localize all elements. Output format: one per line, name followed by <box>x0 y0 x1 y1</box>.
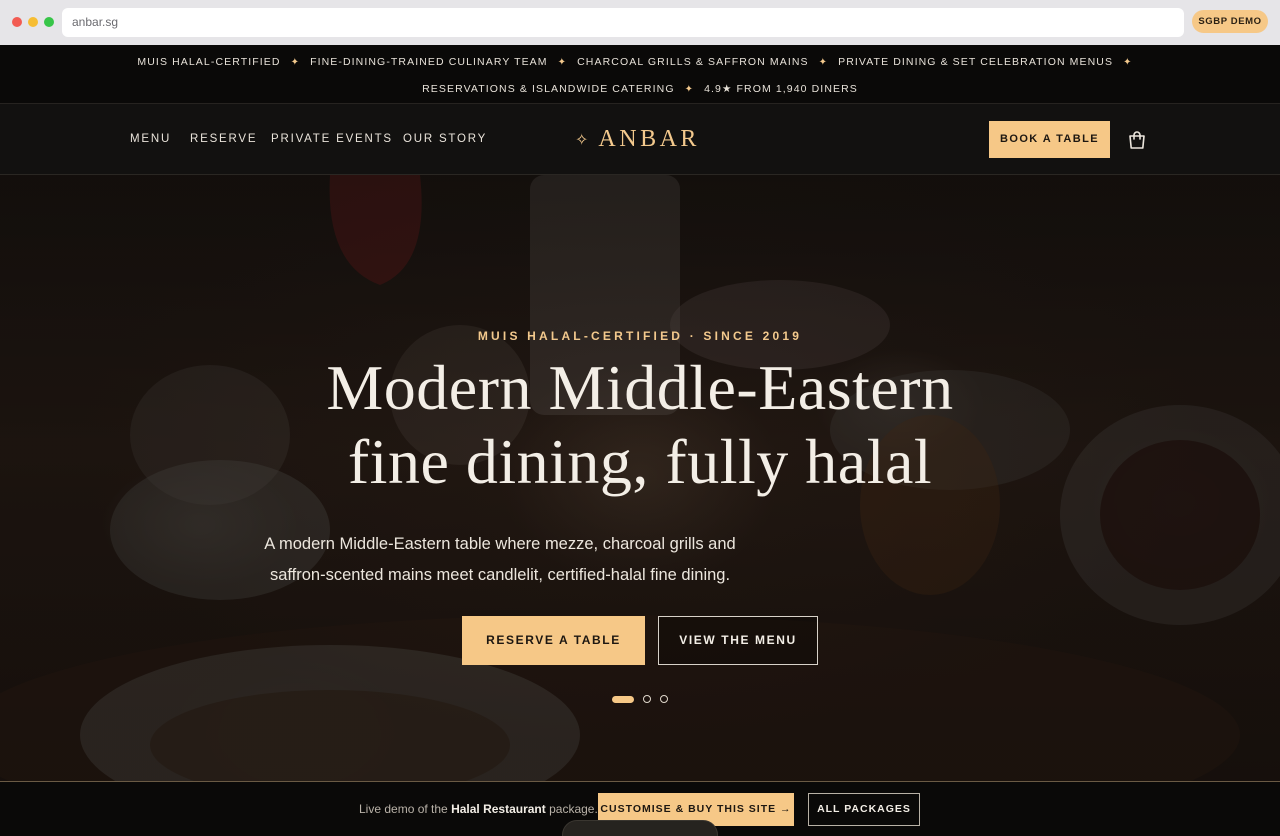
url-text: anbar.sg <box>72 15 119 29</box>
demo-bar-text: Live demo of the Halal Restaurant packag… <box>359 802 598 816</box>
reserve-table-button[interactable]: RESERVE A TABLE <box>462 616 645 665</box>
demo-package-name: Halal Restaurant <box>451 802 546 816</box>
nav-link-our-story[interactable]: OUR STORY <box>403 133 487 145</box>
slide-dot-active[interactable] <box>612 695 634 703</box>
trust-row-2: RESERVATIONS & ISLANDWIDE CATERING ✦ 4.9… <box>0 82 1280 96</box>
book-table-button[interactable]: BOOK A TABLE <box>989 121 1110 158</box>
sparkle-icon: ✦ <box>557 56 568 68</box>
slide-indicator <box>612 695 668 703</box>
trust-item: 4.9★ FROM 1,940 DINERS <box>704 83 858 95</box>
hero-section: MUIS HALAL-CERTIFIED · SINCE 2019 Modern… <box>0 175 1280 781</box>
hero-title: Modern Middle-Eastern fine dining, fully… <box>240 351 1040 499</box>
slide-dot[interactable] <box>660 695 668 703</box>
trust-strip: MUIS HALAL-CERTIFIED ✦ FINE-DINING-TRAIN… <box>0 45 1280 104</box>
trust-item: PRIVATE DINING & SET CELEBRATION MENUS <box>838 56 1114 68</box>
maximize-window-dot[interactable] <box>44 17 54 27</box>
hero-title-line-1: Modern Middle-Eastern <box>326 352 954 423</box>
minimize-window-dot[interactable] <box>28 17 38 27</box>
floating-toolbar[interactable] <box>562 820 718 836</box>
hero-subtitle: A modern Middle-Eastern table where mezz… <box>264 535 736 584</box>
demo-text-prefix: Live demo of the <box>359 802 452 816</box>
demo-badge: SGBP DEMO <box>1192 10 1268 33</box>
sparkle-icon: ✦ <box>684 83 695 95</box>
trust-row-1: MUIS HALAL-CERTIFIED ✦ FINE-DINING-TRAIN… <box>0 55 1280 69</box>
shopping-bag-icon <box>1129 131 1145 149</box>
hero-eyebrow: MUIS HALAL-CERTIFIED · SINCE 2019 <box>477 329 803 343</box>
nav-link-private-events[interactable]: PRIVATE EVENTS <box>271 133 393 145</box>
trust-item: FINE-DINING-TRAINED CULINARY TEAM <box>310 56 548 68</box>
trust-item: RESERVATIONS & ISLANDWIDE CATERING <box>422 83 675 95</box>
nav-link-reserve[interactable]: RESERVE <box>190 133 257 145</box>
view-menu-button[interactable]: VIEW THE MENU <box>658 616 818 665</box>
sparkle-icon: ✦ <box>1123 56 1133 68</box>
logo-star-icon: ✧ <box>575 129 589 149</box>
trust-item: MUIS HALAL-CERTIFIED <box>137 56 281 68</box>
cart-button[interactable] <box>1125 128 1149 152</box>
hero-title-line-2: fine dining, fully halal <box>347 426 933 497</box>
site-logo[interactable]: ✧ ANBAR <box>575 124 700 154</box>
close-window-dot[interactable] <box>12 17 22 27</box>
nav-link-menu[interactable]: MENU <box>130 133 171 145</box>
all-packages-button[interactable]: ALL PACKAGES <box>808 793 920 826</box>
slide-dot[interactable] <box>643 695 651 703</box>
browser-chrome: anbar.sg SGBP DEMO <box>0 0 1280 45</box>
logo-wordmark: ANBAR <box>598 125 700 152</box>
address-bar[interactable]: anbar.sg <box>62 8 1184 37</box>
sparkle-icon: ✦ <box>290 56 301 68</box>
demo-text-suffix: package. <box>545 802 598 816</box>
trust-item: CHARCOAL GRILLS & SAFFRON MAINS <box>577 56 809 68</box>
sparkle-icon: ✦ <box>818 56 829 68</box>
